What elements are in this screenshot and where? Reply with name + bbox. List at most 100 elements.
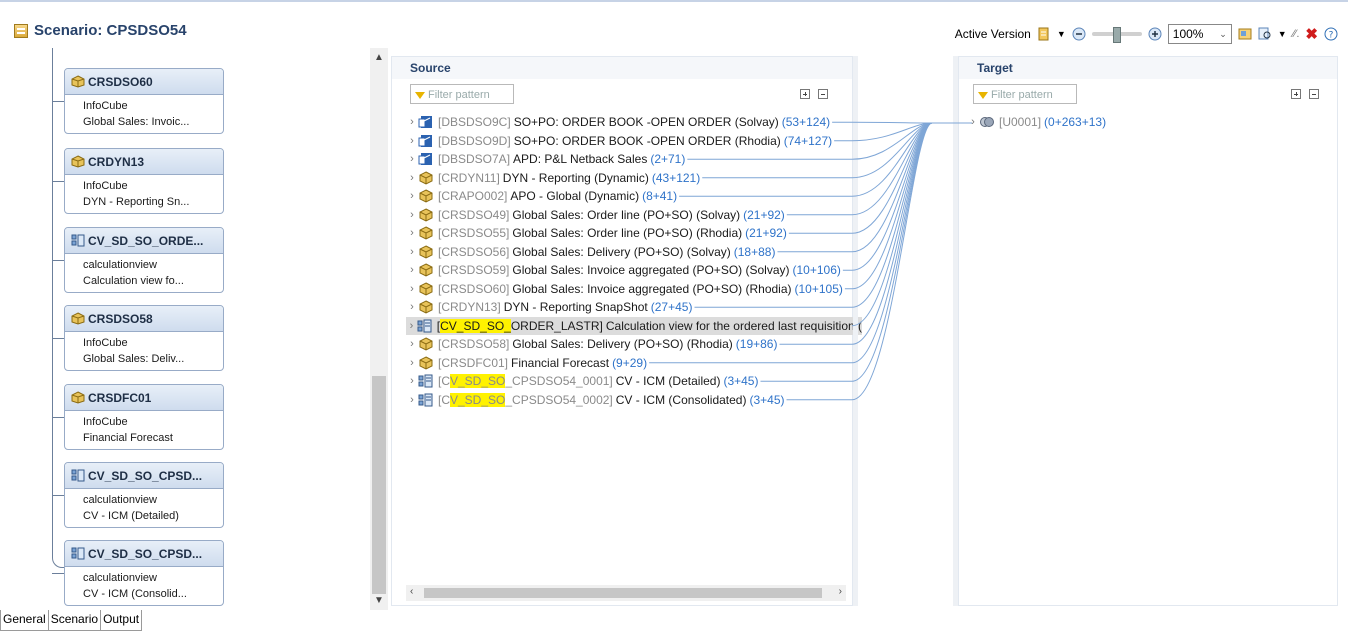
source-row[interactable]: › [CRSDSO59] Global Sales: Invoice aggrega…: [406, 261, 862, 280]
source-tech-name: [CRSDSO59]: [438, 263, 510, 278]
chevron-down-icon[interactable]: ▼: [1278, 29, 1287, 39]
chevron-right-icon[interactable]: ›: [406, 264, 418, 276]
calcview-icon: [71, 469, 85, 482]
node-desc: CV - ICM (Detailed): [83, 510, 179, 522]
source-row[interactable]: › [CRSDSO56] Global Sales: Delivery (PO+SO…: [406, 243, 862, 262]
chevron-right-icon[interactable]: ›: [406, 338, 418, 350]
chevron-right-icon[interactable]: ›: [406, 153, 418, 165]
scenario-node[interactable]: CRDYN13 InfoCube DYN - Reporting Sn...: [64, 148, 224, 214]
node-name: CRSDSO60: [88, 74, 153, 89]
node-type: calculationview: [83, 572, 157, 584]
chevron-right-icon[interactable]: ›: [406, 357, 418, 369]
node-header: CV_SD_SO_CPSD...: [65, 463, 223, 489]
node-type: calculationview: [83, 259, 157, 271]
scenario-node[interactable]: CRSDSO58 InfoCube Global Sales: Deliv...: [64, 305, 224, 371]
zoom-select[interactable]: 100% ⌄: [1167, 24, 1232, 44]
source-row[interactable]: › [CRAPO002] APO - Global (Dynamic) (8+41): [406, 187, 862, 206]
expand-all-icon[interactable]: [800, 89, 810, 99]
chevron-right-icon[interactable]: ›: [406, 227, 418, 239]
scroll-up-icon[interactable]: ▲: [374, 52, 384, 63]
scroll-right-icon[interactable]: ›: [839, 586, 842, 597]
source-row[interactable]: › [CRDYN13] DYN - Reporting SnapShot (27+45…: [406, 298, 862, 317]
source-tech-name: [CRSDSO55]: [438, 226, 510, 241]
source-row[interactable]: › [CRDYN11] DYN - Reporting (Dynamic) (43+1…: [406, 169, 862, 188]
source-row[interactable]: › [DBSDSO7A] APD: P&L Netback Sales (2+71): [406, 150, 862, 169]
version-icon[interactable]: [1037, 27, 1051, 41]
source-filter-input[interactable]: Filter pattern: [410, 84, 514, 104]
calcview-icon: [71, 234, 85, 247]
search-icon[interactable]: [1258, 27, 1272, 41]
chevron-right-icon[interactable]: ›: [406, 172, 418, 184]
source-tree: › [DBSDSO9C] SO+PO: ORDER BOOK -OPEN ORDER…: [406, 113, 862, 409]
chevron-right-icon[interactable]: ›: [406, 320, 417, 332]
source-desc: CV - ICM (Consolidated): [615, 392, 747, 407]
node-body: InfoCube DYN - Reporting Sn...: [65, 175, 223, 210]
chevron-right-icon[interactable]: ›: [406, 301, 418, 313]
collapse-all-icon[interactable]: [818, 89, 828, 99]
connector-line: [52, 101, 64, 102]
infocube-icon: [418, 245, 434, 259]
scenario-node[interactable]: CV_SD_SO_CPSD... calculationview CV - ICM …: [64, 540, 224, 606]
connector-line: [52, 48, 64, 568]
scenario-node[interactable]: CV_SD_SO_CPSD... calculationview CV - ICM …: [64, 462, 224, 528]
target-filter-input[interactable]: Filter pattern: [973, 84, 1077, 104]
scroll-down-icon[interactable]: ▼: [374, 595, 384, 606]
vertical-scrollbar[interactable]: ▲ ▼: [370, 48, 388, 610]
source-row[interactable]: › [CV_SD_SO_CPSDSO54_0002] CV - ICM (Conso…: [406, 391, 862, 410]
horizontal-scrollbar[interactable]: ‹ ›: [406, 585, 846, 601]
source-row[interactable]: › [DBSDSO9D] SO+PO: ORDER BOOK -OPEN ORDER…: [406, 132, 862, 151]
scenario-node[interactable]: CRSDSO60 InfoCube Global Sales: Invoic...: [64, 68, 224, 134]
chevron-right-icon[interactable]: ›: [406, 375, 418, 387]
source-tech-name: [CRSDSO56]: [438, 244, 510, 259]
source-row[interactable]: › [CV_SD_SO_ORDER_LASTR] Calculation view …: [406, 316, 862, 335]
chevron-right-icon[interactable]: ›: [406, 394, 418, 406]
chevron-right-icon[interactable]: ›: [406, 135, 418, 147]
source-row[interactable]: › [CV_SD_SO_CPSDSO54_0001] CV - ICM (Detai…: [406, 372, 862, 391]
infocube-icon: [418, 300, 434, 314]
search-highlight: V_SD_SO: [450, 374, 506, 389]
source-row[interactable]: › [CRSDFC01] Financial Forecast (9+29): [406, 354, 862, 373]
source-row[interactable]: › [CRSDSO49] Global Sales: Order line (PO+…: [406, 206, 862, 225]
collapse-all-icon[interactable]: [1309, 89, 1319, 99]
node-desc: Financial Forecast: [83, 432, 173, 444]
scenario-node[interactable]: CV_SD_SO_ORDE... calculationview Calculati…: [64, 227, 224, 293]
chevron-right-icon[interactable]: ›: [406, 190, 418, 202]
expand-all-icon[interactable]: [1291, 89, 1301, 99]
tab-general[interactable]: General: [0, 610, 49, 631]
source-row[interactable]: › [CRSDSO60] Global Sales: Invoice aggrega…: [406, 280, 862, 299]
tab-scenario[interactable]: Scenario: [47, 610, 102, 631]
chevron-down-icon[interactable]: ▼: [1057, 29, 1066, 39]
source-count: (27+45): [650, 300, 693, 315]
chevron-right-icon[interactable]: ›: [406, 246, 418, 258]
chevron-right-icon[interactable]: ›: [967, 116, 979, 128]
union-icon: [980, 117, 994, 127]
tab-output[interactable]: Output: [100, 610, 143, 631]
zoom-out-icon[interactable]: [1072, 27, 1086, 41]
help-icon[interactable]: ?: [1324, 27, 1338, 41]
source-row[interactable]: › [CRSDSO55] Global Sales: Order line (PO+…: [406, 224, 862, 243]
chevron-right-icon[interactable]: ›: [406, 209, 418, 221]
chevron-right-icon[interactable]: ›: [406, 283, 418, 295]
layout-icon[interactable]: [1238, 27, 1252, 41]
edit-icon[interactable]: ⁄⁄.: [1293, 28, 1300, 40]
node-desc: Calculation view fo...: [83, 275, 184, 287]
source-tech-name: [CRSDSO60]: [438, 281, 510, 296]
connector-line: [52, 338, 64, 339]
scroll-left-icon[interactable]: ‹: [410, 586, 413, 597]
close-icon[interactable]: ✖: [1305, 25, 1318, 43]
scenario-node[interactable]: CRSDFC01 InfoCube Financial Forecast: [64, 384, 224, 450]
filter-icon: [978, 91, 988, 99]
source-row[interactable]: › [CRSDSO58] Global Sales: Delivery (PO+SO…: [406, 335, 862, 354]
chevron-right-icon[interactable]: ›: [406, 116, 418, 128]
source-tech-name: [CV_SD_SO_CPSDSO54_0002]: [438, 392, 613, 407]
scrollbar-thumb[interactable]: [372, 376, 386, 594]
connector-line: [52, 495, 64, 496]
target-row[interactable]: › [U0001] (0+263+13): [967, 115, 1106, 129]
apd-icon: [418, 134, 434, 148]
scrollbar-thumb[interactable]: [424, 588, 822, 598]
zoom-slider[interactable]: [1091, 27, 1142, 43]
source-desc: Global Sales: Invoice aggregated (PO+SO)…: [512, 263, 790, 278]
connector-line: [52, 417, 64, 418]
zoom-in-icon[interactable]: [1148, 27, 1162, 41]
source-row[interactable]: › [DBSDSO9C] SO+PO: ORDER BOOK -OPEN ORDER…: [406, 113, 862, 132]
